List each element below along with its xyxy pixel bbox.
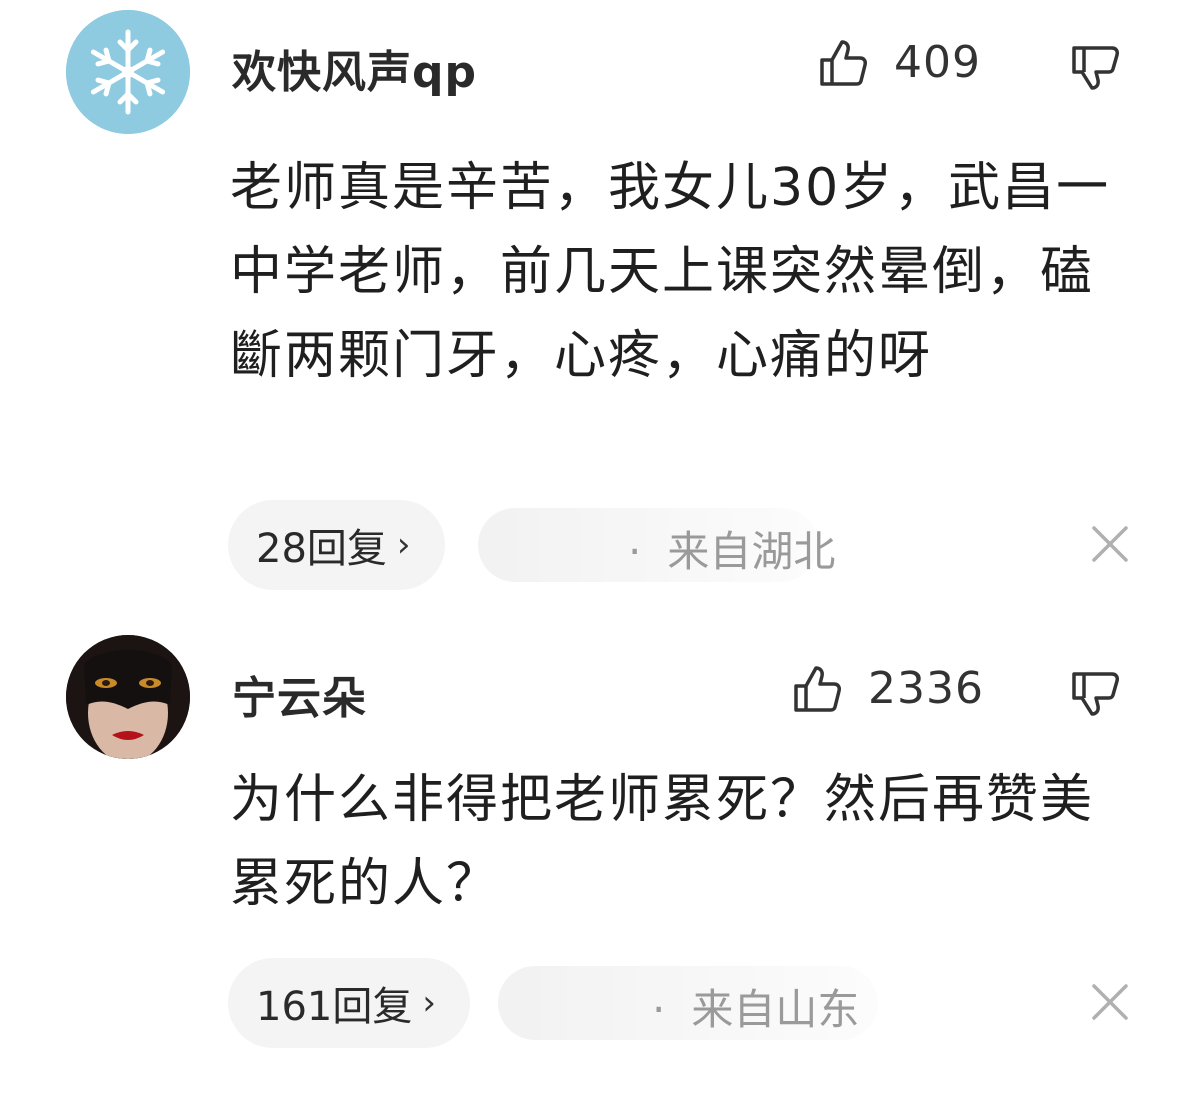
- replies-count: 161回复: [256, 984, 413, 1030]
- chevron-right-icon: ›: [422, 983, 436, 1023]
- like-count: 2336: [868, 662, 984, 714]
- separator-dot: ·: [628, 527, 642, 576]
- chevron-right-icon: ›: [396, 525, 411, 565]
- username[interactable]: 欢快风声qp: [232, 36, 477, 100]
- comment-footer: 161回复 › · 来自山东: [228, 958, 1168, 1048]
- like-button[interactable]: 2336: [790, 660, 984, 716]
- masked-face-avatar: [66, 635, 190, 759]
- thumbs-down-icon[interactable]: [1068, 40, 1124, 96]
- replies-button[interactable]: 28回复 ›: [228, 500, 445, 590]
- location-label: · 来自山东: [652, 976, 859, 1037]
- comment-text: 为什么非得把老师累死？然后再赞美累死的人？: [230, 770, 1095, 914]
- replies-count: 28回复: [256, 526, 387, 572]
- separator-dot: ·: [652, 985, 666, 1034]
- like-count: 409: [894, 36, 981, 88]
- thumbs-up-icon: [794, 666, 841, 712]
- username[interactable]: 宁云朵: [232, 662, 367, 726]
- location-text: 来自山东: [691, 985, 860, 1034]
- replies-button[interactable]: 161回复 ›: [228, 958, 470, 1048]
- close-icon[interactable]: [1088, 522, 1132, 566]
- thumbs-up-icon: [820, 40, 867, 86]
- location-text: 来自湖北: [667, 527, 836, 576]
- comment-text: 老师真是辛苦，我女儿30岁，武昌一中学老师，前几天上课突然晕倒，磕斷两颗门牙，心…: [230, 158, 1111, 386]
- snowflake-icon: [66, 10, 190, 134]
- comment-footer: 28回复 › · 来自湖北: [228, 500, 1168, 590]
- like-button[interactable]: 409: [816, 34, 981, 90]
- comment-item: 宁云朵 2336 为什么非得把老师累死？然后再赞美累死的人？ 161回复 › ·…: [0, 620, 1200, 1094]
- avatar[interactable]: [66, 635, 190, 759]
- avatar[interactable]: [66, 10, 190, 134]
- comment-item: 欢快风声qp 409 老师真是辛苦，我女儿30岁，武昌一中学老师，前几天上课突然…: [0, 0, 1200, 610]
- close-icon[interactable]: [1088, 980, 1132, 1024]
- thumbs-down-icon[interactable]: [1068, 666, 1124, 722]
- location-label: · 来自湖北: [628, 518, 835, 579]
